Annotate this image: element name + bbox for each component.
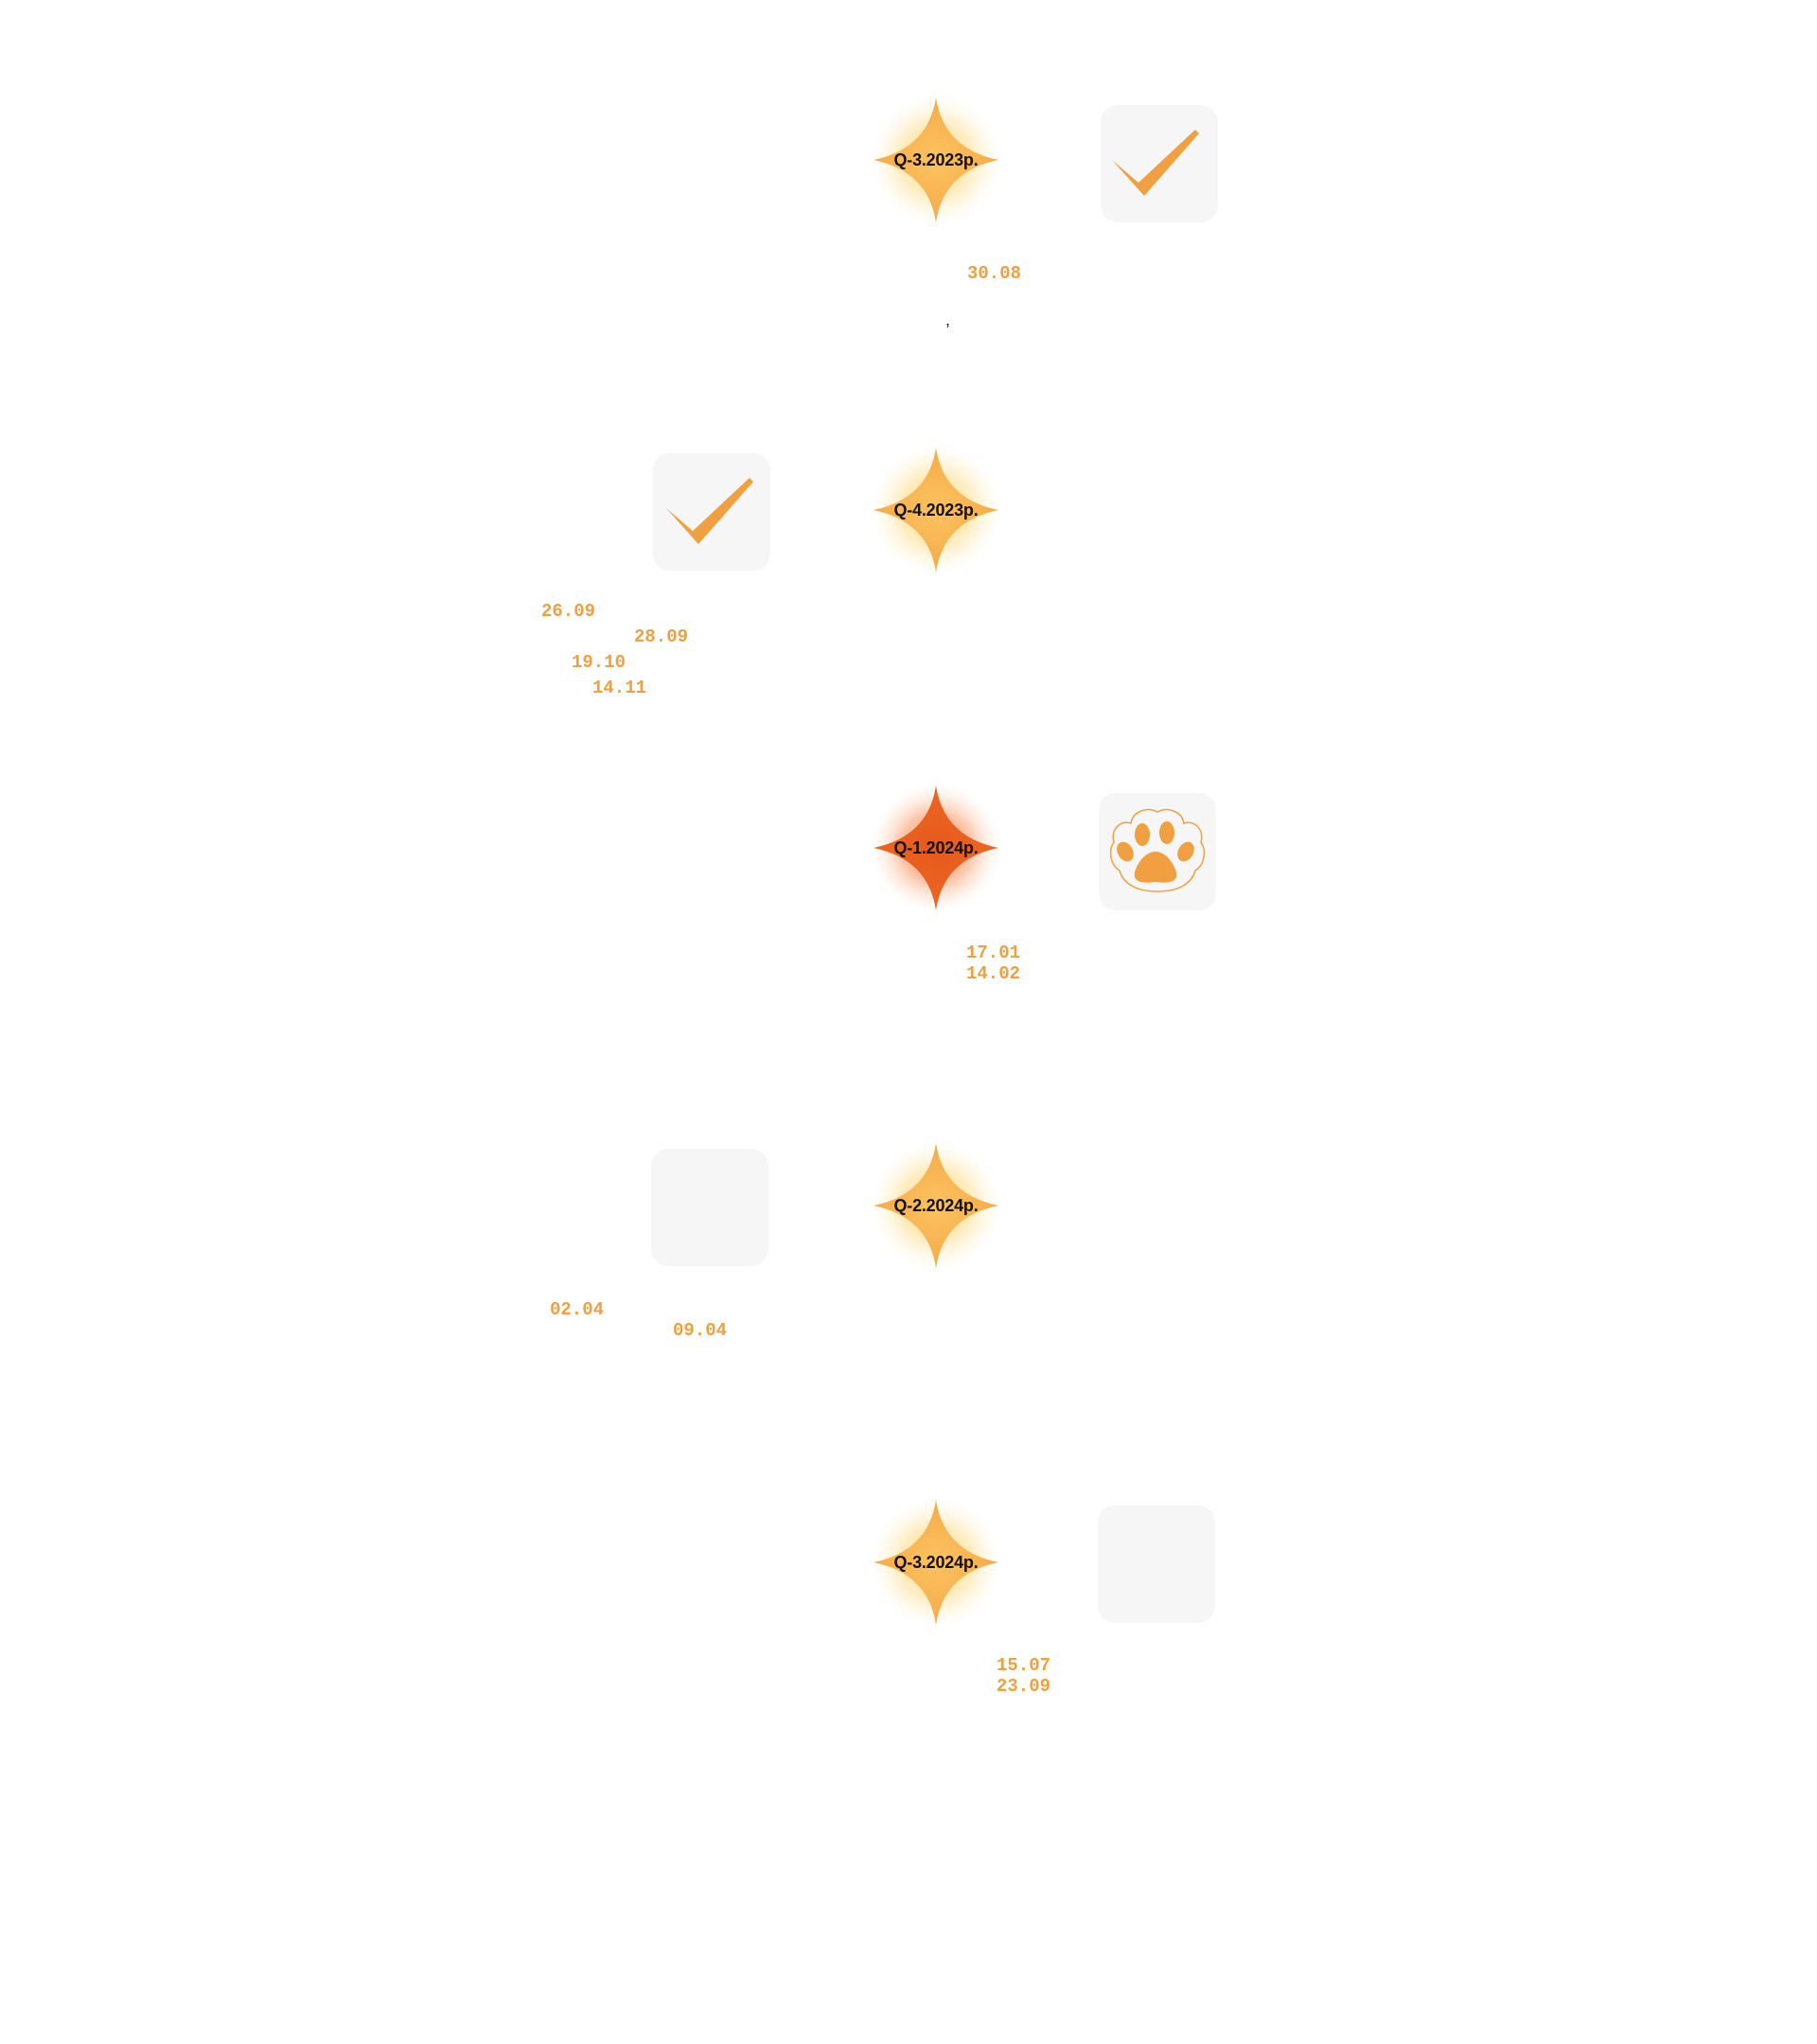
date-label: 02.04: [550, 1299, 605, 1320]
date-label: 23.09: [997, 1676, 1051, 1697]
check-icon: [1112, 130, 1199, 196]
milestone-dates: 30.08: [967, 263, 1021, 284]
date-label: 14.11: [592, 678, 647, 698]
date-label: 28.09: [634, 626, 689, 647]
milestone-label: Q-3.2024р.: [893, 1552, 979, 1572]
milestone-dates: 17.01 14.02: [966, 943, 1020, 984]
milestone-star[interactable]: Q-3.2023р.: [872, 96, 1000, 224]
milestone-label: Q-4.2023р.: [893, 500, 979, 520]
milestone-dates: 15.07 23.09: [997, 1655, 1050, 1697]
milestone-star[interactable]: Q-2.2024р.: [872, 1141, 1000, 1270]
milestone-label: Q-2.2024р.: [893, 1195, 979, 1215]
milestone-tile[interactable]: [653, 453, 770, 571]
date-label: 17.01: [966, 943, 1021, 963]
milestone-label: Q-1.2024р.: [893, 837, 979, 857]
date-label: 15.07: [997, 1655, 1051, 1676]
milestone-tile[interactable]: [1101, 105, 1218, 222]
milestone-star[interactable]: Q-1.2024р.: [872, 784, 1000, 912]
check-icon: [666, 478, 753, 544]
date-label: 30.08: [967, 263, 1022, 284]
date-label: 26.09: [541, 601, 596, 622]
milestone-tile[interactable]: [1099, 793, 1216, 910]
milestone-tile[interactable]: [651, 1149, 768, 1266]
timeline: Q-3.2023р. 30.08 , Q-4.2023р. 26.09 28.0…: [0, 0, 1817, 2044]
date-label: 14.02: [966, 963, 1021, 984]
milestone-star[interactable]: Q-4.2023р.: [872, 446, 1000, 574]
separator-mark: ,: [945, 310, 951, 329]
paw-icon: [1109, 808, 1206, 892]
milestone-tile[interactable]: [1098, 1506, 1215, 1623]
milestone-label: Q-3.2023р.: [893, 150, 979, 169]
date-label: 19.10: [572, 652, 626, 673]
date-label: 09.04: [673, 1320, 728, 1341]
milestone-star[interactable]: Q-3.2024р.: [872, 1498, 1000, 1627]
